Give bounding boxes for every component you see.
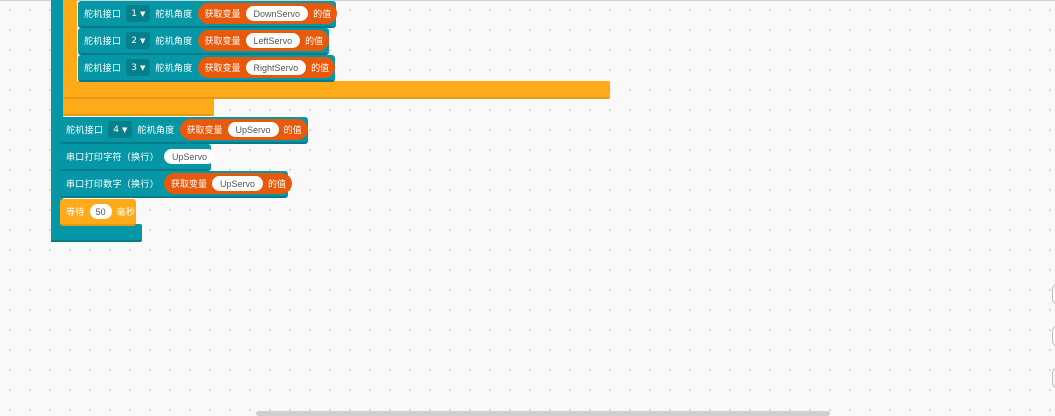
get-variable-reporter-5[interactable]: 获取变量 UpServo 的值 [164,173,293,194]
variable-name-field-4[interactable]: UpServo [227,122,279,137]
servo-label: 舵机接口 [84,10,122,20]
caret-down-icon: ▼ [139,9,146,18]
value-suffix: 的值 [268,180,287,190]
port-value: 1 [131,8,137,19]
port-value: 3 [131,62,137,73]
variable-name-field-1[interactable]: DownServo [245,6,309,21]
caret-down-icon: ▼ [139,63,146,72]
servo-port-dropdown-4[interactable]: 4 ▼ [108,121,133,138]
inner-block-bar[interactable] [63,81,610,99]
get-var-label: 获取变量 [171,180,208,190]
servo-port-dropdown-3[interactable]: 3 ▼ [126,59,151,76]
outer-loop-block-bottom[interactable] [51,224,142,242]
get-var-label: 获取变量 [204,37,241,47]
angle-label: 舵机角度 [155,37,193,47]
angle-label: 舵机角度 [155,64,193,74]
serial-print-number-block[interactable]: 串口打印数字（换行） 获取变量 UpServo 的值 [60,171,293,198]
get-variable-reporter-2[interactable]: 获取变量 LeftServo 的值 [197,30,330,51]
servo-angle-block-1[interactable]: 舵机接口 1 ▼ 舵机角度 获取变量 DownServo 的值 [78,1,338,28]
value-suffix: 的值 [311,64,330,74]
get-variable-reporter-3[interactable]: 获取变量 RightServo 的值 [197,57,336,78]
get-variable-reporter-4[interactable]: 获取变量 UpServo 的值 [179,119,308,140]
servo-label: 舵机接口 [84,37,122,47]
get-var-label: 获取变量 [204,10,241,20]
servo-port-dropdown-1[interactable]: 1 ▼ [126,5,151,22]
horizontal-scrollbar[interactable] [256,411,830,416]
wait-ms-input[interactable]: 50 [89,204,112,219]
angle-label: 舵机角度 [137,126,175,136]
value-suffix: 的值 [283,126,302,136]
wait-label: 等待 [66,208,85,218]
variable-name-field-5[interactable]: UpServo [212,176,264,191]
servo-angle-block-3[interactable]: 舵机接口 3 ▼ 舵机角度 获取变量 RightServo 的值 [78,55,336,82]
get-variable-reporter-1[interactable]: 获取变量 DownServo 的值 [197,3,338,24]
angle-label: 舵机角度 [155,10,193,20]
value-suffix: 的值 [313,10,332,20]
wait-unit: 毫秒 [116,208,136,218]
value-suffix: 的值 [305,37,324,47]
wait-block[interactable]: 等待 50 毫秒 [60,199,136,226]
port-value: 2 [131,35,137,46]
servo-label: 舵机接口 [66,126,104,136]
servo-angle-block-4[interactable]: 舵机接口 4 ▼ 舵机角度 获取变量 UpServo 的值 [60,117,308,144]
servo-port-dropdown-2[interactable]: 2 ▼ [126,32,151,49]
variable-name-field-2[interactable]: LeftServo [245,33,301,48]
print-string-input[interactable]: UpServo [164,149,216,164]
print-string-label: 串口打印字符（换行） [66,153,160,163]
port-value: 4 [113,124,119,135]
print-number-label: 串口打印数字（换行） [66,180,160,190]
get-var-label: 获取变量 [204,64,241,74]
variable-name-field-3[interactable]: RightServo [245,60,307,75]
caret-down-icon: ▼ [139,36,146,45]
servo-angle-block-2[interactable]: 舵机接口 2 ▼ 舵机角度 获取变量 LeftServo 的值 [78,28,330,55]
inner-block-bottom[interactable] [63,99,214,116]
servo-label: 舵机接口 [84,64,122,74]
get-var-label: 获取变量 [186,126,223,136]
caret-down-icon: ▼ [121,125,128,134]
serial-print-string-block[interactable]: 串口打印字符（换行） UpServo [60,144,216,171]
